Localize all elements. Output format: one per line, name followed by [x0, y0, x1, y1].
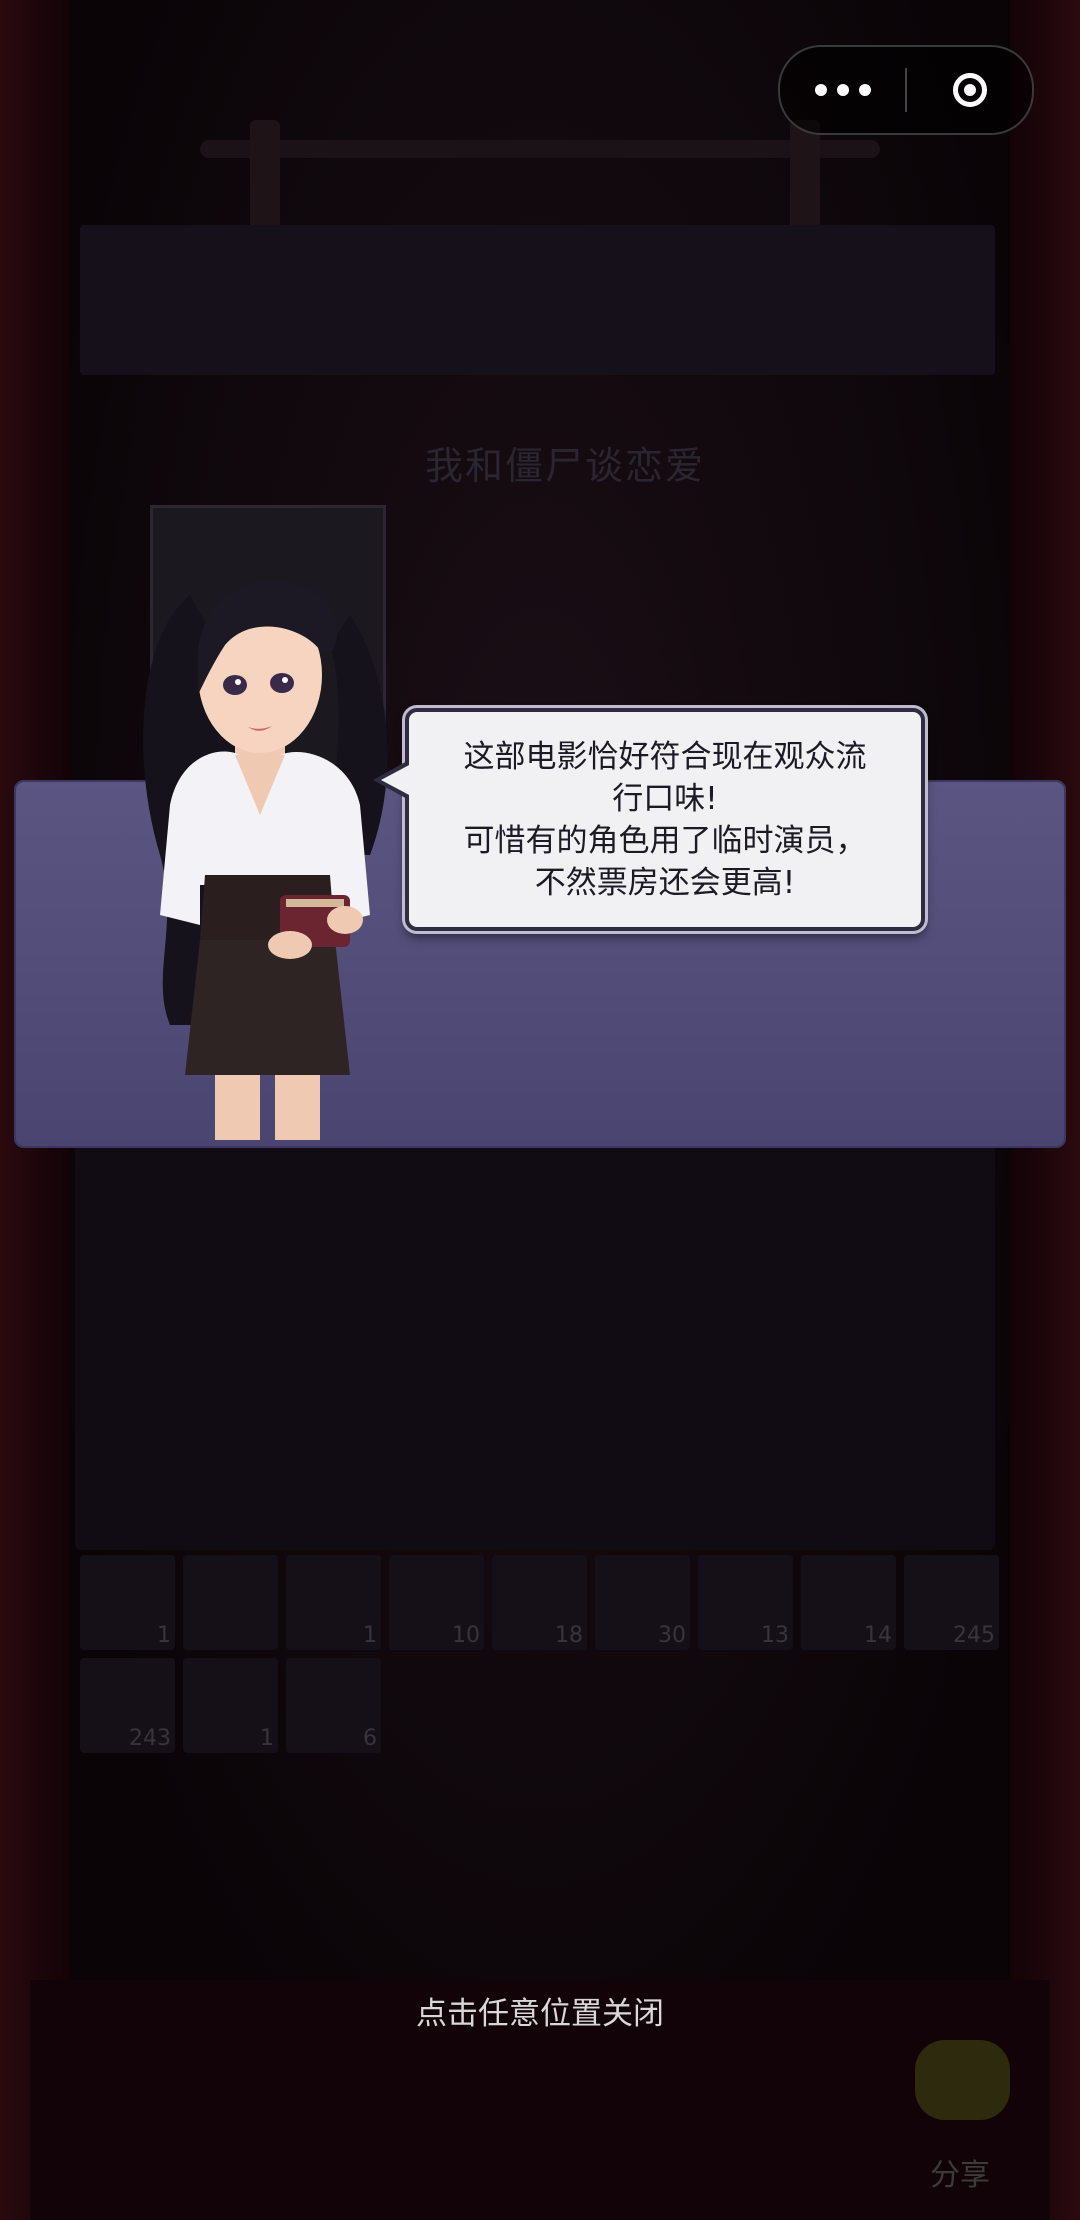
reward-item: 10 [389, 1555, 484, 1650]
reward-item: 1 [183, 1658, 278, 1753]
reward-item: 245 [904, 1555, 999, 1650]
speech-line-3: 可惜有的角色用了临时演员， [463, 822, 867, 859]
reward-item: 1 [80, 1555, 175, 1650]
secretary-character-avatar [143, 580, 388, 1140]
stat-row [190, 1455, 850, 1495]
reward-item: 30 [595, 1555, 690, 1650]
stat-row [190, 1255, 850, 1295]
speech-line-1: 这部电影恰好符合现在观众流 [463, 738, 867, 775]
share-button[interactable]: 分享 [910, 2040, 1020, 2193]
more-dots-icon[interactable] [780, 84, 905, 96]
stat-row [190, 1405, 850, 1445]
reward-item [183, 1555, 278, 1650]
speech-line-2: 行口味! [612, 780, 718, 817]
speech-line-4: 不然票房还会更高! [534, 864, 796, 901]
capsule-close-button[interactable] [907, 73, 1032, 107]
close-hint[interactable]: 点击任意位置关闭 [0, 1988, 1080, 2033]
share-label: 分享 [930, 2158, 990, 2193]
reward-item: 243 [80, 1658, 175, 1753]
share-icon [915, 2040, 1010, 2120]
reward-item: 6 [286, 1658, 381, 1753]
stat-row [190, 1205, 850, 1245]
reward-item: 18 [492, 1555, 587, 1650]
movie-title: 我和僵尸谈恋爱 [425, 444, 706, 488]
capsule-menu [778, 45, 1034, 135]
speech-bubble: 这部电影恰好符合现在观众流 行口味! 可惜有的角色用了临时演员， 不然票房还会更… [373, 708, 925, 931]
top-banner [80, 225, 995, 375]
speech-text: 这部电影恰好符合现在观众流 行口味! 可惜有的角色用了临时演员， 不然票房还会更… [464, 736, 867, 904]
target-close-icon [952, 73, 987, 107]
stat-row [190, 1355, 850, 1395]
reward-item: 1 [286, 1555, 381, 1650]
reward-item: 13 [698, 1555, 793, 1650]
reward-item: 14 [801, 1555, 896, 1650]
stat-row [190, 1305, 850, 1345]
